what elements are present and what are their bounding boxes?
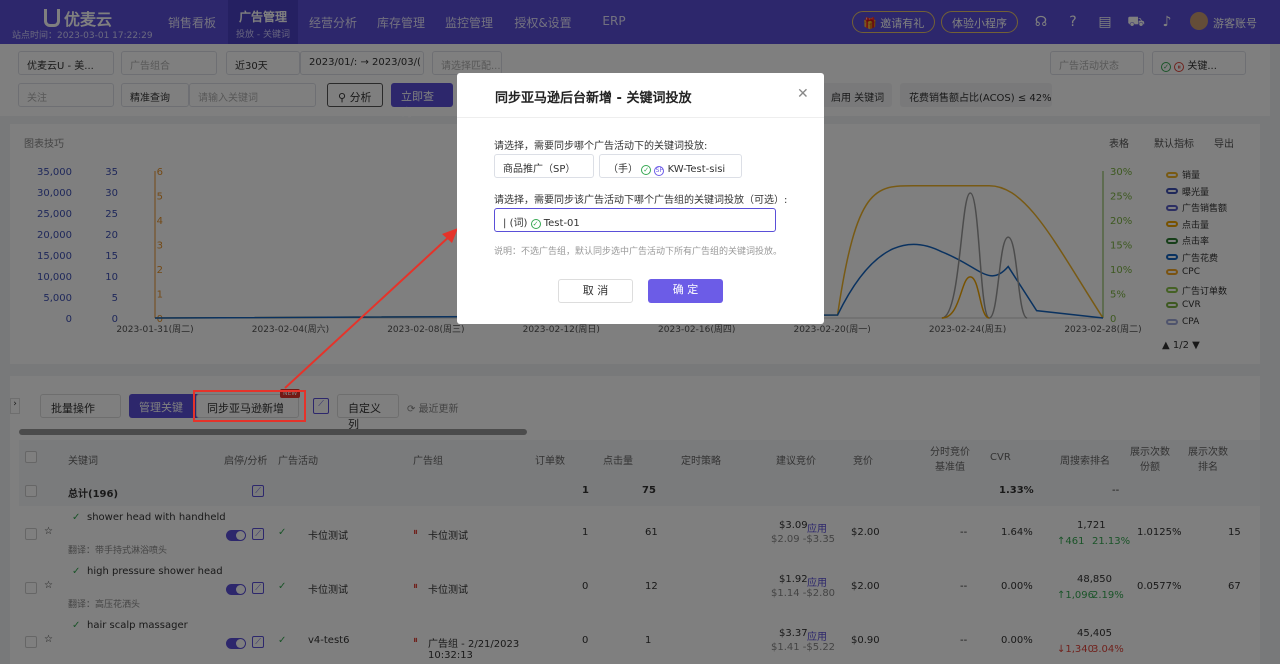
confirm-button[interactable]: 确 定	[648, 279, 723, 303]
dialog-note: 说明：不选广告组，默认同步选中广告活动下所有广告组的关键词投放。	[494, 247, 783, 257]
adgroup-question: 请选择，需要同步该广告活动下哪个广告组的关键词投放（可选）:	[494, 195, 788, 206]
type-icon: SP	[654, 166, 665, 176]
group-ok-icon: ✓	[530, 219, 541, 229]
group-prefix: (词)	[509, 218, 528, 229]
adgroup-select[interactable]: | (词) ✓ Test-01	[494, 208, 776, 232]
status-ok-icon: ✓	[641, 165, 652, 175]
ad-type-select[interactable]: 商品推广（SP）	[494, 154, 594, 178]
group-name: Test-01	[543, 218, 580, 229]
campaign-name: KW-Test-sisi	[667, 164, 726, 175]
dialog-divider	[457, 117, 824, 118]
cancel-button[interactable]: 取 消	[558, 279, 633, 303]
campaign-select[interactable]: （手） ✓ SP KW-Test-sisi	[599, 154, 742, 178]
highlight-box	[193, 390, 306, 422]
close-icon[interactable]: ✕	[797, 86, 809, 102]
campaign-question: 请选择，需要同步哪个广告活动下的关键词投放:	[494, 141, 708, 152]
sync-dialog: 同步亚马逊后台新增 - 关键词投放 ✕ 请选择，需要同步哪个广告活动下的关键词投…	[457, 73, 824, 324]
dialog-title: 同步亚马逊后台新增 - 关键词投放	[495, 91, 692, 106]
campaign-prefix: （手）	[608, 164, 638, 175]
